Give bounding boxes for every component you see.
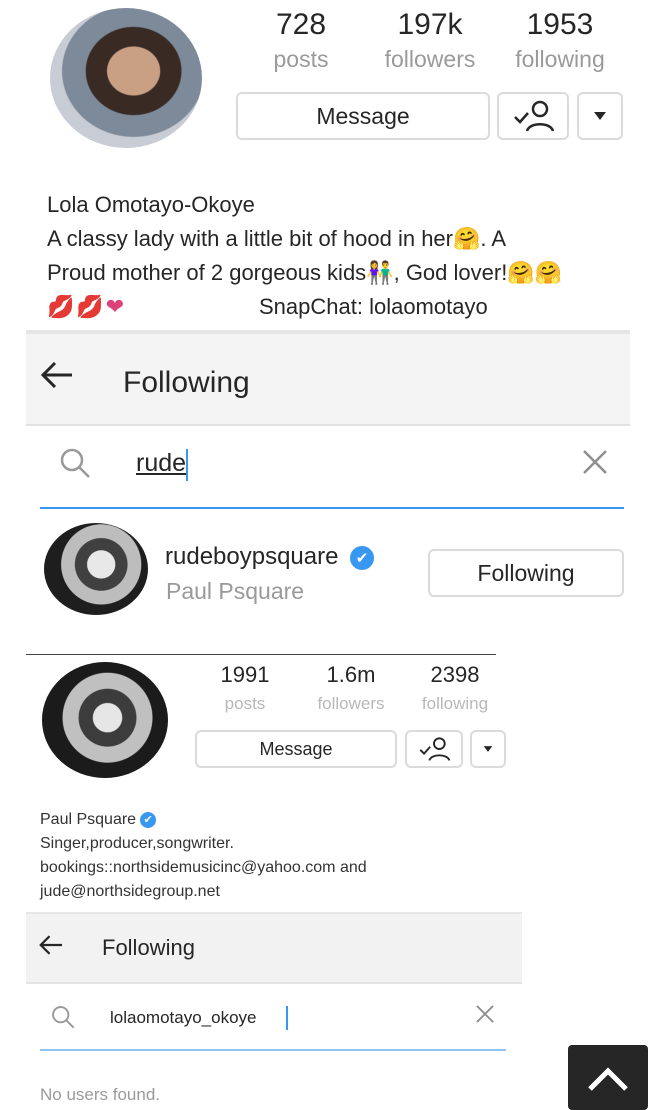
profile-name: Lola Omotayo-Okoye	[47, 192, 255, 217]
following-count: 1953	[526, 8, 594, 41]
search-icon	[50, 1004, 76, 1030]
scroll-to-top-button[interactable]	[568, 1045, 648, 1110]
message-button[interactable]: Message	[195, 730, 397, 768]
result-avatar[interactable]	[44, 523, 148, 615]
clear-search-icon[interactable]	[580, 447, 610, 485]
followers-count: 197k	[397, 8, 463, 41]
bio-line-1: Singer,producer,songwriter.	[40, 835, 234, 852]
verified-badge-icon: ✔	[140, 811, 157, 828]
posts-label: posts	[273, 46, 329, 72]
followers-count: 1.6m	[326, 662, 376, 687]
caret-down-icon	[594, 112, 606, 120]
following-status-button[interactable]	[405, 730, 463, 768]
followers-stat[interactable]: 1.6m followers	[306, 662, 396, 714]
following-title: Following	[123, 366, 250, 399]
search-icon	[58, 446, 92, 480]
lips-heart-emoji-icon: 💋💋❤	[47, 294, 127, 319]
verified-badge-icon: ✔	[350, 546, 374, 570]
profile-bio: Paul Psquare ✔ Singer,producer,songwriter…	[40, 808, 510, 904]
posts-stat[interactable]: 728 posts	[262, 8, 340, 73]
result-username[interactable]: rudeboypsquare	[165, 543, 338, 571]
search-input[interactable]: lolaomotayo_okoye	[110, 1008, 256, 1028]
bio-line-2: Proud mother of 2 gorgeous kids👫, God lo…	[47, 260, 563, 285]
following-title: Following	[102, 935, 195, 960]
following-header	[26, 912, 522, 984]
more-options-button[interactable]	[577, 92, 623, 140]
following-label: following	[421, 694, 489, 713]
profile-avatar-lola[interactable]	[50, 8, 202, 148]
posts-count: 1991	[220, 662, 270, 687]
snapchat-handle: SnapChat: lolaomotayo	[259, 294, 488, 319]
profile-avatar-paul[interactable]	[42, 662, 168, 778]
bio-line-1: A classy lady with a little bit of hood …	[47, 226, 507, 251]
following-stat[interactable]: 2398 following	[410, 662, 500, 714]
posts-label: posts	[224, 694, 266, 713]
empty-results-message: No users found.	[40, 1085, 161, 1104]
posts-count: 728	[275, 8, 327, 41]
result-full-name: Paul Psquare	[166, 578, 305, 604]
followers-stat[interactable]: 197k followers	[376, 8, 484, 73]
following-status-button[interactable]	[497, 92, 569, 140]
message-button[interactable]: Message	[236, 92, 490, 140]
user-check-icon	[419, 737, 451, 761]
chevron-up-icon	[588, 1067, 628, 1091]
text-cursor	[286, 1006, 288, 1030]
search-underline	[40, 1049, 506, 1051]
back-arrow-icon[interactable]	[40, 360, 74, 398]
more-options-button[interactable]	[470, 730, 506, 768]
back-arrow-icon[interactable]	[38, 934, 64, 963]
following-header	[26, 330, 630, 426]
hug-emoji-icon: 🤗	[453, 226, 481, 251]
following-stat[interactable]: 1953 following	[504, 8, 616, 73]
profile-bio: Lola Omotayo-Okoye A classy lady with a …	[47, 188, 627, 324]
screenshot-divider	[26, 654, 496, 655]
family-emoji-icon: 👫	[366, 260, 394, 285]
hug-emoji-icon: 🤗🤗	[507, 260, 563, 285]
following-count: 2398	[430, 662, 480, 687]
bio-line-2: bookings::northsidemusicinc@yahoo.com an…	[40, 859, 367, 876]
followers-label: followers	[317, 694, 385, 713]
search-underline	[40, 507, 624, 509]
followers-label: followers	[384, 46, 476, 72]
bio-line-3: jude@northsidegroup.net	[40, 883, 220, 900]
clear-search-icon[interactable]	[474, 1003, 496, 1032]
bio-line-3: 💋💋❤ SnapChat: lolaomotayo	[47, 290, 627, 324]
following-label: following	[515, 46, 605, 72]
posts-stat[interactable]: 1991 posts	[210, 662, 280, 714]
caret-down-icon	[483, 746, 493, 752]
following-button[interactable]: Following	[428, 549, 624, 597]
search-input[interactable]: rude	[136, 449, 186, 478]
user-check-icon	[514, 100, 555, 132]
profile-name: Paul Psquare ✔	[40, 808, 510, 832]
text-cursor	[186, 449, 188, 481]
